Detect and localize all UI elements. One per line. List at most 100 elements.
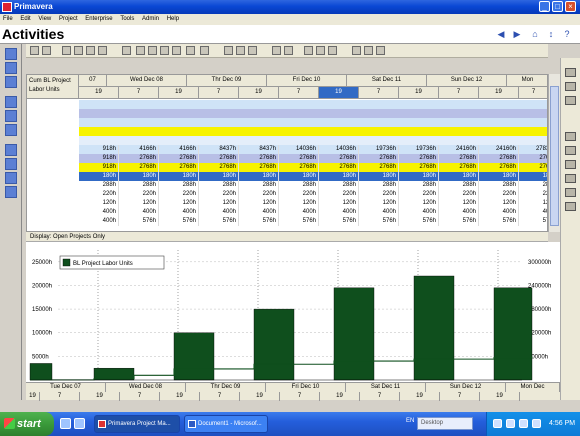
left-axis-tick-label: 15000h — [32, 307, 52, 313]
level-icon[interactable] — [316, 46, 325, 55]
layout-icon[interactable] — [74, 46, 83, 55]
paste-icon[interactable] — [565, 96, 576, 105]
spreadsheet-cell: 400h — [319, 208, 359, 217]
update-tray-icon[interactable] — [532, 419, 541, 428]
spreadsheet-row[interactable]: 120h 120h 120h 120h 120h 120h 120h 120h 120h 120h… — [79, 199, 547, 208]
new-icon[interactable] — [565, 68, 576, 77]
timescale-hour: 19 — [159, 87, 199, 99]
columns-editor-icon[interactable] — [236, 46, 245, 55]
assign-code-icon[interactable] — [565, 160, 576, 169]
work-products-icon[interactable] — [5, 144, 17, 156]
spreadsheet-row[interactable] — [79, 109, 547, 118]
taskbar-button-document[interactable]: Document1 - Microsof... — [184, 415, 268, 433]
resource-icon[interactable] — [200, 46, 209, 55]
minimize-button[interactable]: _ — [539, 1, 550, 12]
task-label: Document1 - Microsof... — [198, 421, 262, 427]
histogram-icon[interactable] — [160, 46, 169, 55]
menu-view[interactable]: View — [35, 14, 54, 25]
zoom-out-icon[interactable] — [364, 46, 373, 55]
back-arrow-icon[interactable]: ◀ — [496, 29, 506, 39]
close-button[interactable]: × — [565, 1, 576, 12]
start-button[interactable]: start — [0, 412, 54, 436]
table-font-icon[interactable] — [284, 46, 293, 55]
spreadsheet-row[interactable]: 918h 4166h 4166h 8437h 8437h 14036h 14036h 1973… — [79, 145, 547, 154]
spreadsheet-row[interactable] — [79, 127, 547, 136]
network-icon[interactable] — [148, 46, 157, 55]
zoom-in-icon[interactable] — [352, 46, 361, 55]
browser-quicklaunch-icon[interactable] — [60, 418, 71, 429]
schedule-icon[interactable] — [304, 46, 313, 55]
taskbar-button-primavera[interactable]: Primavera Project Ma... — [94, 415, 180, 433]
volume-tray-icon[interactable] — [519, 419, 528, 428]
thresholds-icon[interactable] — [5, 186, 17, 198]
print-preview-icon[interactable] — [42, 46, 51, 55]
media-quicklaunch-icon[interactable] — [74, 418, 85, 429]
timescale-date: Tue Dec 07 — [26, 383, 106, 392]
assign-successor-icon[interactable] — [565, 188, 576, 197]
menu-help[interactable]: Help — [164, 14, 182, 25]
navigation-icon[interactable]: ↕ — [546, 29, 556, 39]
spreadsheet-cell: 2768h — [239, 154, 279, 163]
timescale-date: Sat Dec 11 — [347, 75, 427, 87]
menu-enterprise[interactable]: Enterprise — [82, 14, 115, 25]
resources-icon[interactable] — [5, 110, 17, 122]
security-tray-icon[interactable] — [506, 419, 515, 428]
menu-admin[interactable]: Admin — [139, 14, 162, 25]
timescale-hour: 7 — [439, 87, 479, 99]
maximize-button[interactable]: □ — [552, 1, 563, 12]
timescale-hour: 19 — [399, 87, 439, 99]
details-icon[interactable] — [122, 46, 131, 55]
gantt-icon[interactable] — [136, 46, 145, 55]
usage-profile-icon[interactable] — [186, 46, 195, 55]
assign-step-icon[interactable] — [565, 202, 576, 211]
spreadsheet-row[interactable]: 918h 2768h 2768h 2768h 2768h 2768h 2768h 2768h 2… — [79, 154, 547, 163]
desktop-toolbar[interactable]: Desktop — [417, 417, 473, 430]
activities-icon[interactable] — [5, 76, 17, 88]
spreadsheet-row[interactable]: 288h 288h 288h 288h 288h 288h 288h 288h 288h 288h… — [79, 181, 547, 190]
timescale-hour-selected[interactable]: 19 — [319, 87, 359, 99]
language-indicator[interactable]: EN — [406, 418, 414, 424]
home-icon[interactable]: ⌂ — [530, 29, 540, 39]
spreadsheet-cell: 14036h — [279, 145, 319, 154]
spreadsheet-row[interactable]: 220h 220h 220h 220h 220h 220h 220h 220h 220h 220h… — [79, 190, 547, 199]
menu-file[interactable]: File — [0, 14, 16, 25]
help-icon[interactable]: ? — [562, 29, 572, 39]
network-tray-icon[interactable] — [493, 419, 502, 428]
print-icon[interactable] — [30, 46, 39, 55]
table-icon[interactable] — [248, 46, 257, 55]
assignments-icon[interactable] — [5, 96, 17, 108]
menu-edit[interactable]: Edit — [17, 14, 33, 25]
spreadsheet-cell: 19736h — [399, 145, 439, 154]
store-period-icon[interactable] — [328, 46, 337, 55]
wbs-icon[interactable] — [5, 62, 17, 74]
assign-predecessor-icon[interactable] — [565, 174, 576, 183]
spreadsheet-row[interactable] — [79, 100, 547, 109]
projects-icon[interactable] — [5, 48, 17, 60]
risks-icon[interactable] — [5, 172, 17, 184]
menu-tools[interactable]: Tools — [117, 14, 137, 25]
timescale-date: Wed Dec 08 — [107, 75, 187, 87]
copy-icon[interactable] — [565, 82, 576, 91]
forward-arrow-icon[interactable]: ▶ — [512, 29, 522, 39]
spreadsheet-cell: 2768h — [479, 154, 519, 163]
timescale-icon[interactable] — [98, 46, 107, 55]
spreadsheet-row[interactable] — [79, 136, 547, 145]
spreadsheet-row[interactable]: 400h 576h 576h 576h 576h 576h 576h 576h 576h 576h… — [79, 217, 547, 226]
zoom-fit-icon[interactable] — [376, 46, 385, 55]
scrollbar-thumb[interactable] — [550, 86, 559, 226]
bars-icon[interactable] — [86, 46, 95, 55]
columns-icon[interactable] — [62, 46, 71, 55]
assign-resource-icon[interactable] — [565, 132, 576, 141]
issues-icon[interactable] — [5, 158, 17, 170]
filter-icon[interactable] — [272, 46, 281, 55]
assign-role-icon[interactable] — [565, 146, 576, 155]
spreadsheet-icon[interactable] — [172, 46, 181, 55]
menu-project[interactable]: Project — [56, 14, 81, 25]
spreadsheet-row[interactable]: 400h 400h 400h 400h 400h 400h 400h 400h 400h 400h… — [79, 208, 547, 217]
spreadsheet-row[interactable]: 918h 2768h 2768h 2768h 2768h 2768h 2768h 2768h 2… — [79, 163, 547, 172]
group-sort-icon[interactable] — [224, 46, 233, 55]
spreadsheet-row[interactable] — [79, 118, 547, 127]
vertical-scrollbar[interactable] — [548, 74, 560, 232]
spreadsheet-row-selected[interactable]: 180h 180h 180h 180h 180h 180h 180h 180h 180h 180h… — [79, 172, 547, 181]
tracking-icon[interactable] — [5, 124, 17, 136]
